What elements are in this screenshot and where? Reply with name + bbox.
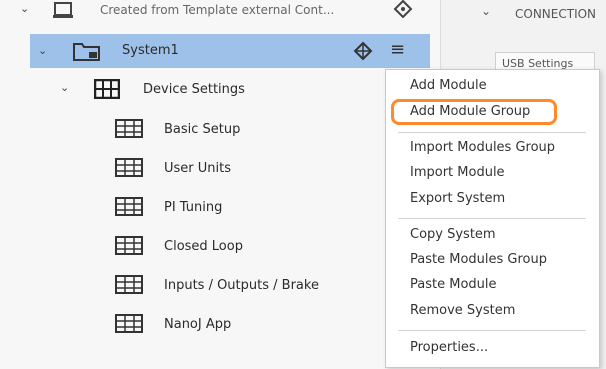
system-folder-icon — [72, 40, 102, 62]
table-icon — [114, 118, 146, 140]
tree-item-label: Closed Loop — [164, 239, 243, 254]
tree-item-label: PI Tuning — [164, 200, 223, 215]
tree-item-label: Device Settings — [143, 82, 245, 97]
tree-item-device-settings[interactable]: ⌄ Device Settings — [0, 76, 400, 102]
menu-separator — [398, 330, 586, 331]
chevron-down-icon[interactable]: ⌄ — [20, 2, 29, 15]
menu-item-add-module[interactable]: Add Module — [410, 78, 487, 93]
network-icon[interactable] — [392, 0, 414, 22]
project-tree-panel: ⌄ Created from Template external Cont...… — [0, 0, 440, 369]
tree-item-basic-setup[interactable]: Basic Setup — [0, 116, 380, 142]
tree-item-pi-tuning[interactable]: PI Tuning — [0, 194, 380, 220]
connection-header: CONNECTION — [515, 7, 597, 21]
tree-item-closed-loop[interactable]: Closed Loop — [0, 233, 380, 259]
table-icon — [114, 235, 146, 257]
tree-item-inputs-outputs-brake[interactable]: Inputs / Outputs / Brake — [0, 272, 380, 298]
tree-item-template[interactable]: ⌄ Created from Template external Cont... — [0, 0, 440, 22]
grid-icon — [94, 79, 120, 99]
chevron-down-icon[interactable]: ⌄ — [481, 4, 491, 18]
table-icon — [114, 157, 146, 179]
tree-item-label: Inputs / Outputs / Brake — [164, 278, 319, 293]
menu-item-paste-module[interactable]: Paste Module — [410, 277, 497, 292]
table-icon — [114, 196, 146, 218]
annotation-highlight — [391, 99, 557, 125]
menu-item-remove-system[interactable]: Remove System — [410, 303, 515, 318]
tree-item-system[interactable]: ⌄ System1 ≡ — [30, 34, 430, 68]
menu-item-copy-system[interactable]: Copy System — [410, 227, 496, 242]
tree-item-label: User Units — [164, 161, 231, 176]
table-icon — [114, 313, 146, 335]
table-icon — [114, 274, 146, 296]
system-label: System1 — [122, 43, 179, 58]
menu-item-import-modules-group[interactable]: Import Modules Group — [410, 140, 555, 155]
menu-item-export-system[interactable]: Export System — [410, 191, 505, 206]
menu-item-properties[interactable]: Properties... — [410, 340, 488, 355]
tree-item-nanoj-app[interactable]: NanoJ App — [0, 311, 380, 337]
tree-item-label: Basic Setup — [164, 122, 241, 137]
tree-item-label: NanoJ App — [164, 317, 232, 332]
menu-item-paste-modules-group[interactable]: Paste Modules Group — [410, 252, 547, 267]
network-icon[interactable] — [352, 41, 374, 65]
chevron-down-icon[interactable]: ⌄ — [60, 81, 69, 94]
device-icon — [52, 1, 74, 23]
tree-item-user-units[interactable]: User Units — [0, 155, 380, 181]
menu-separator — [398, 132, 586, 133]
menu-separator — [398, 218, 586, 219]
hamburger-menu-icon[interactable]: ≡ — [390, 39, 405, 60]
chevron-down-icon[interactable]: ⌄ — [38, 44, 47, 57]
menu-item-import-module[interactable]: Import Module — [410, 165, 505, 180]
tree-item-label: Created from Template external Cont... — [100, 3, 335, 17]
